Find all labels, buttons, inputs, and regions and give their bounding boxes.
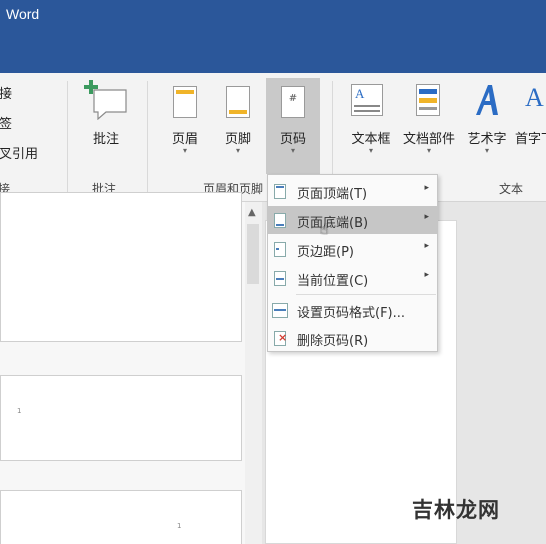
page-number-button[interactable]: # 页码 ▾ xyxy=(266,78,320,174)
textbox-icon: A xyxy=(351,84,383,116)
drop-cap-label: 首字下沉 xyxy=(515,132,546,147)
app-title: Word xyxy=(6,6,40,22)
chevron-down-icon: ▾ xyxy=(426,146,431,155)
mouse-cursor-icon: ☝ xyxy=(320,222,329,238)
comment-button[interactable]: 批注 xyxy=(78,73,134,173)
footer-label: 页脚 xyxy=(224,132,251,147)
chevron-down-icon: ▾ xyxy=(182,146,187,155)
menu-item-bottom-of-page[interactable]: 页面底端(B) ▸ xyxy=(268,206,437,234)
group-divider xyxy=(147,81,148,199)
submenu-arrow-icon: ▸ xyxy=(424,270,429,280)
chevron-down-icon: ▾ xyxy=(235,146,240,155)
footer-button[interactable]: 页脚 ▾ xyxy=(213,73,263,173)
page-number-label: 页码 xyxy=(279,132,306,147)
page-number-menu: 页面顶端(T) ▸ 页面底端(B) ▸ 页边距(P) ▸ 当前位置(C) ▸ 设… xyxy=(267,174,438,352)
quick-parts-label: 文档部件 xyxy=(402,132,455,147)
text-group-label: 文本 xyxy=(499,182,524,196)
remove-page-number-icon: × xyxy=(274,331,287,346)
menu-item-label: 当前位置(C) xyxy=(297,274,369,289)
wordart-label: 艺术字 xyxy=(467,132,507,147)
menu-separator xyxy=(296,294,436,295)
thumbnail-page-number: 1 xyxy=(177,522,182,530)
chevron-down-icon: ▾ xyxy=(290,146,295,155)
watermark: 吉林龙网 xyxy=(412,498,500,522)
scrollbar-thumb[interactable] xyxy=(247,224,259,284)
menu-item-label: 设置页码格式(F)... xyxy=(297,306,406,321)
drop-cap-icon: A xyxy=(525,83,544,112)
cross-reference-button[interactable]: 交叉引用 xyxy=(0,143,38,162)
submenu-arrow-icon: ▸ xyxy=(424,183,429,193)
page-thumbnail[interactable]: 1 xyxy=(0,490,242,544)
menu-item-page-margins[interactable]: 页边距(P) ▸ xyxy=(268,235,437,263)
current-position-icon xyxy=(274,271,286,286)
footer-icon xyxy=(226,86,250,118)
page-thumbnail[interactable]: 1 xyxy=(0,375,242,461)
wordart-button[interactable]: 艺术字 ▾ xyxy=(462,73,512,173)
comment-icon xyxy=(84,80,127,120)
group-divider xyxy=(67,81,68,199)
comment-label: 批注 xyxy=(92,132,119,147)
drop-cap-button[interactable]: A 首字下沉 xyxy=(513,73,546,173)
thumbnail-page-number: 1 xyxy=(17,407,22,415)
header-icon xyxy=(173,86,197,118)
vertical-scrollbar[interactable]: ▲ xyxy=(245,202,262,544)
page-bottom-icon xyxy=(274,213,286,228)
page-top-icon xyxy=(274,184,286,199)
link-button[interactable]: 链接 xyxy=(0,83,12,102)
page-thumbnail-pane: 1 1 ▲ xyxy=(0,192,262,544)
wordart-icon xyxy=(476,85,498,115)
bookmark-button[interactable]: 书签 xyxy=(0,113,12,132)
menu-item-label: 页面顶端(T) xyxy=(297,187,368,202)
submenu-arrow-icon: ▸ xyxy=(424,241,429,251)
menu-item-format-page-numbers[interactable]: 设置页码格式(F)... xyxy=(268,296,437,324)
chevron-down-icon: ▾ xyxy=(484,146,489,155)
title-bar: Word xyxy=(0,0,546,73)
menu-item-label: 页边距(P) xyxy=(297,245,354,260)
textbox-button[interactable]: A 文本框 ▾ xyxy=(345,73,397,173)
scroll-up-icon[interactable]: ▲ xyxy=(248,207,256,218)
header-button[interactable]: 页眉 ▾ xyxy=(160,73,210,173)
header-label: 页眉 xyxy=(171,132,198,147)
menu-item-current-position[interactable]: 当前位置(C) ▸ xyxy=(268,264,437,292)
menu-item-label: 删除页码(R) xyxy=(297,334,369,349)
page-margin-icon xyxy=(274,242,286,257)
menu-item-remove-page-numbers[interactable]: × 删除页码(R) xyxy=(268,324,437,352)
submenu-arrow-icon: ▸ xyxy=(424,212,429,222)
quick-parts-button[interactable]: 文档部件 ▾ xyxy=(399,73,459,173)
quick-parts-icon xyxy=(416,84,440,116)
menu-item-top-of-page[interactable]: 页面顶端(T) ▸ xyxy=(268,177,437,205)
format-page-number-icon xyxy=(272,303,288,318)
menu-item-label: 页面底端(B) xyxy=(297,216,369,231)
textbox-label: 文本框 xyxy=(351,132,391,147)
page-number-icon: # xyxy=(281,86,305,118)
page-thumbnail[interactable] xyxy=(0,192,242,342)
chevron-down-icon: ▾ xyxy=(368,146,373,155)
